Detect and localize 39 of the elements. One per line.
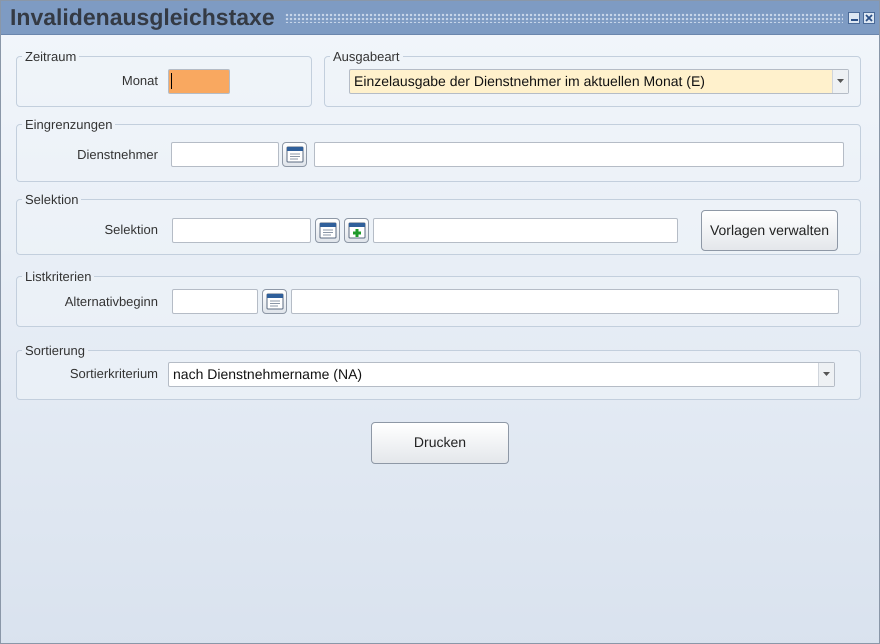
calendar-button[interactable] (282, 142, 307, 167)
close-button[interactable] (863, 12, 875, 24)
window-title: Invalidenausgleichstaxe (9, 3, 276, 32)
month-field[interactable] (168, 68, 230, 94)
group-label: Eingrenzungen (24, 116, 114, 134)
field-label: Sortierkriterium (68, 365, 159, 384)
group-label: Listkriterien (24, 268, 92, 286)
group-label: Zeitraum (24, 48, 78, 66)
field-label: Selektion (104, 221, 159, 240)
group-label: Selektion (24, 191, 80, 209)
dropdown-value: Einzelausgabe der Dienstnehmer im aktuellen Monat (E) (353, 72, 706, 91)
dropdown-value: nach Dienstnehmername (NA) (172, 364, 364, 384)
dropdown[interactable]: nach Dienstnehmername (NA) (168, 362, 835, 386)
group-label: Sortierung (24, 342, 86, 360)
input-field[interactable] (314, 142, 844, 167)
input-field[interactable] (171, 142, 279, 167)
close-icon (865, 14, 873, 22)
field-label: Dienstnehmer (76, 146, 159, 164)
calendar-add-button[interactable] (344, 218, 369, 242)
input-field[interactable] (291, 289, 839, 314)
dropdown[interactable]: Einzelausgabe der Dienstnehmer im aktuellen Monat (E) (349, 68, 849, 94)
input-field[interactable] (172, 218, 311, 242)
field-label: Monat (120, 72, 159, 90)
input-field[interactable] (172, 289, 258, 314)
dropdown-arrow-icon (823, 372, 830, 376)
text-cursor (171, 73, 172, 89)
field-label: Alternativbeginn (64, 292, 159, 311)
calendar-button[interactable] (262, 289, 287, 314)
calendar-icon (318, 222, 336, 238)
dropdown-arrow-icon (837, 79, 844, 83)
group-label: Ausgabeart (332, 48, 400, 66)
calendar-button[interactable] (315, 218, 340, 242)
calendar-icon (286, 146, 304, 163)
calendar-icon (266, 293, 284, 310)
print-button[interactable]: Drucken (371, 422, 509, 464)
manage-templates-button[interactable]: Vorlagen verwalten (701, 210, 838, 250)
minimize-button[interactable] (848, 12, 860, 24)
calendar-plus-icon (348, 222, 366, 238)
input-field[interactable] (373, 218, 678, 242)
